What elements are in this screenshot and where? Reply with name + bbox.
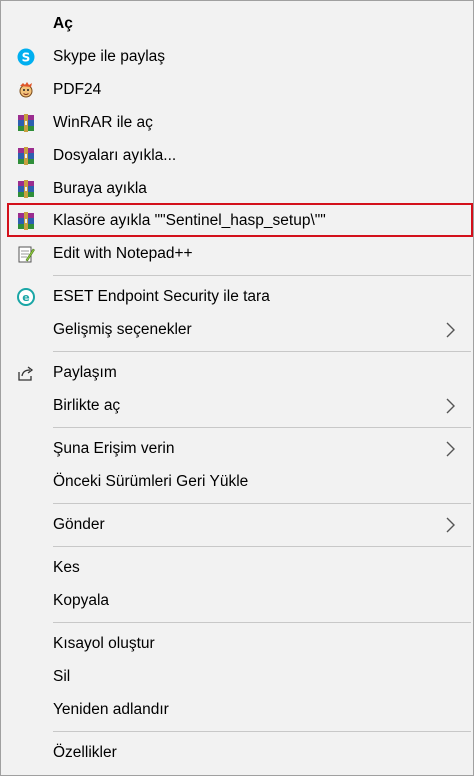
menu-item-label: Önceki Sürümleri Geri Yükle — [53, 473, 249, 490]
menu-item-copy[interactable]: Kopyala — [1, 585, 473, 617]
menu-item-pdf24[interactable]: PDF24 — [1, 74, 473, 106]
share-icon — [18, 366, 34, 381]
menu-item-share[interactable]: Paylaşım — [1, 357, 473, 389]
menu-item-delete[interactable]: Sil — [1, 661, 473, 693]
menu-item-label: PDF24 — [53, 81, 102, 98]
menu-item-label: Edit with Notepad++ — [53, 245, 193, 262]
context-menu: Aç S Skype ile paylaş PDF24 WinRAR ile a… — [0, 0, 474, 776]
menu-item-send-to[interactable]: Gönder — [1, 509, 473, 541]
menu-separator — [53, 351, 471, 352]
menu-item-label: Dosyaları ayıkla... — [53, 147, 177, 164]
menu-item-edit-notepad-plus[interactable]: Edit with Notepad++ — [1, 238, 473, 270]
winrar-icon — [18, 147, 34, 165]
menu-item-label: Yeniden adlandır — [53, 701, 169, 718]
menu-item-extract-here[interactable]: Buraya ayıkla — [1, 173, 473, 205]
menu-separator — [53, 275, 471, 276]
menu-item-label: Aç — [53, 15, 73, 32]
menu-item-label: Gönder — [53, 516, 105, 533]
chevron-right-icon — [446, 398, 455, 414]
menu-item-label: Kısayol oluştur — [53, 635, 155, 652]
winrar-icon — [18, 114, 34, 132]
menu-separator — [53, 427, 471, 428]
menu-item-label: Paylaşım — [53, 364, 117, 381]
menu-item-create-shortcut[interactable]: Kısayol oluştur — [1, 628, 473, 660]
menu-item-skype-share[interactable]: S Skype ile paylaş — [1, 41, 473, 73]
menu-item-eset-scan[interactable]: e ESET Endpoint Security ile tara — [1, 281, 473, 313]
winrar-icon — [18, 180, 34, 198]
menu-item-label: Buraya ayıkla — [53, 180, 147, 197]
menu-separator — [53, 622, 471, 623]
menu-separator — [53, 503, 471, 504]
menu-item-give-access-to[interactable]: Şuna Erişim verin — [1, 433, 473, 465]
menu-item-label: Birlikte aç — [53, 397, 121, 414]
menu-separator — [53, 731, 471, 732]
menu-item-open[interactable]: Aç — [1, 8, 473, 40]
menu-item-label: Şuna Erişim verin — [53, 440, 175, 457]
svg-text:S: S — [22, 51, 31, 65]
svg-text:e: e — [22, 291, 29, 304]
menu-item-extract-files[interactable]: Dosyaları ayıkla... — [1, 140, 473, 172]
chevron-right-icon — [446, 441, 455, 457]
menu-item-label: WinRAR ile aç — [53, 114, 153, 131]
menu-item-label: Kes — [53, 559, 80, 576]
chevron-right-icon — [446, 322, 455, 338]
menu-item-restore-previous-versions[interactable]: Önceki Sürümleri Geri Yükle — [1, 466, 473, 498]
skype-icon: S — [17, 48, 35, 66]
menu-item-label: Kopyala — [53, 592, 110, 609]
pdf24-icon — [19, 82, 33, 98]
menu-separator — [53, 546, 471, 547]
eset-icon: e — [17, 288, 35, 306]
menu-item-label: Sil — [53, 668, 71, 685]
menu-item-winrar-open[interactable]: WinRAR ile aç — [1, 107, 473, 139]
menu-item-open-with[interactable]: Birlikte aç — [1, 390, 473, 422]
menu-item-label: Özellikler — [53, 744, 117, 761]
chevron-right-icon — [446, 517, 455, 533]
menu-item-properties[interactable]: Özellikler — [1, 737, 473, 769]
menu-item-rename[interactable]: Yeniden adlandır — [1, 694, 473, 726]
highlight-box — [7, 203, 473, 237]
menu-item-label: ESET Endpoint Security ile tara — [53, 288, 270, 305]
menu-item-advanced-options[interactable]: Gelişmiş seçenekler — [1, 314, 473, 346]
menu-item-cut[interactable]: Kes — [1, 552, 473, 584]
menu-item-label: Skype ile paylaş — [53, 48, 166, 65]
menu-item-label: Gelişmiş seçenekler — [53, 321, 192, 338]
notepad-plus-icon — [18, 246, 35, 263]
